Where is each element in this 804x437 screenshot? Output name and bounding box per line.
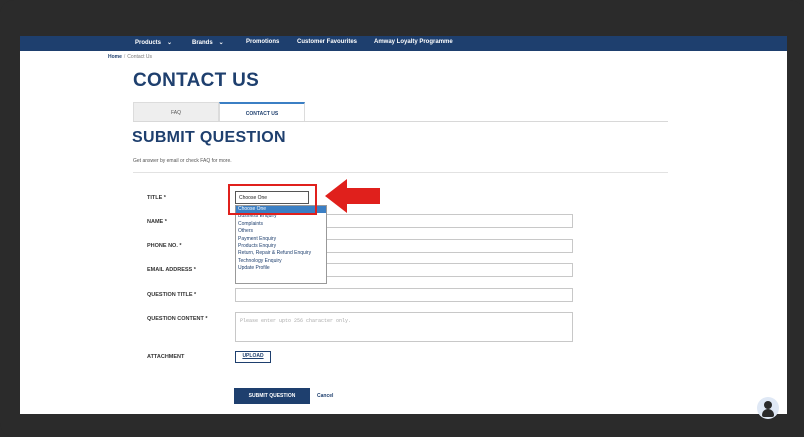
nav-item-promotions[interactable]: Promotions xyxy=(246,39,279,45)
browser-viewport: Products ⌄ Brands ⌄ Promotions Customer Fa… xyxy=(20,36,787,414)
dropdown-option[interactable]: Technology Enquiry xyxy=(236,258,326,265)
name-label: NAME * xyxy=(147,219,167,225)
breadcrumb: Home / Contact Us xyxy=(108,54,152,60)
page-title: CONTACT US xyxy=(133,70,260,91)
dropdown-option[interactable]: Complaints xyxy=(236,221,326,228)
annotation-arrow-icon xyxy=(325,179,380,213)
attachment-label: ATTACHMENT xyxy=(147,354,185,360)
phone-label: PHONE NO. * xyxy=(147,243,182,249)
nav-item-brands[interactable]: Brands ⌄ xyxy=(192,39,224,46)
avatar-body-icon xyxy=(762,409,774,417)
title-dropdown-list: Choose One Business Enquiry Complaints O… xyxy=(235,205,327,284)
annotation-highlight-box xyxy=(228,184,317,215)
dropdown-option[interactable]: Return, Repair & Refund Enquiry xyxy=(236,250,326,257)
submit-question-button[interactable]: SUBMIT QUESTION xyxy=(234,388,310,404)
nav-item-products[interactable]: Products ⌄ xyxy=(135,39,172,46)
chat-assistant-avatar[interactable] xyxy=(757,397,779,419)
breadcrumb-separator: / xyxy=(123,54,126,60)
tabs-divider xyxy=(133,121,668,122)
cancel-link[interactable]: Cancel xyxy=(317,393,333,399)
dropdown-option[interactable]: Others xyxy=(236,228,326,235)
breadcrumb-home-link[interactable]: Home xyxy=(108,54,122,60)
tab-faq[interactable]: FAQ xyxy=(133,102,219,122)
device-frame: Products ⌄ Brands ⌄ Promotions Customer Fa… xyxy=(0,0,804,437)
top-navigation: Products ⌄ Brands ⌄ Promotions Customer Fa… xyxy=(20,36,787,51)
section-divider xyxy=(133,172,668,173)
nav-item-loyalty-programme[interactable]: Amway Loyalty Programme xyxy=(374,39,453,45)
email-label: EMAIL ADDRESS * xyxy=(147,267,196,273)
question-title-field[interactable] xyxy=(235,288,573,302)
nav-item-customer-favourites[interactable]: Customer Favourites xyxy=(297,39,357,45)
question-content-label: QUESTION CONTENT * xyxy=(147,316,208,322)
section-title: SUBMIT QUESTION xyxy=(132,129,286,146)
breadcrumb-current: Contact Us xyxy=(127,54,153,60)
dropdown-option[interactable]: Update Profile xyxy=(236,265,326,272)
dropdown-option[interactable]: Products Enquiry xyxy=(236,243,326,250)
tab-contact-us[interactable]: CONTACT US xyxy=(219,102,305,122)
chevron-down-icon: ⌄ xyxy=(218,40,224,46)
question-title-label: QUESTION TITLE * xyxy=(147,292,197,298)
title-label: TITLE * xyxy=(147,195,166,201)
dropdown-option[interactable]: Payment Enquiry xyxy=(236,236,326,243)
upload-button[interactable]: UPLOAD xyxy=(235,351,271,363)
avatar-head-icon xyxy=(764,401,772,409)
question-content-textarea[interactable]: Please enter upto 256 character only. xyxy=(235,312,573,342)
section-subtitle: Get answer by email or check FAQ for mor… xyxy=(133,158,232,164)
chevron-down-icon: ⌄ xyxy=(167,40,173,46)
